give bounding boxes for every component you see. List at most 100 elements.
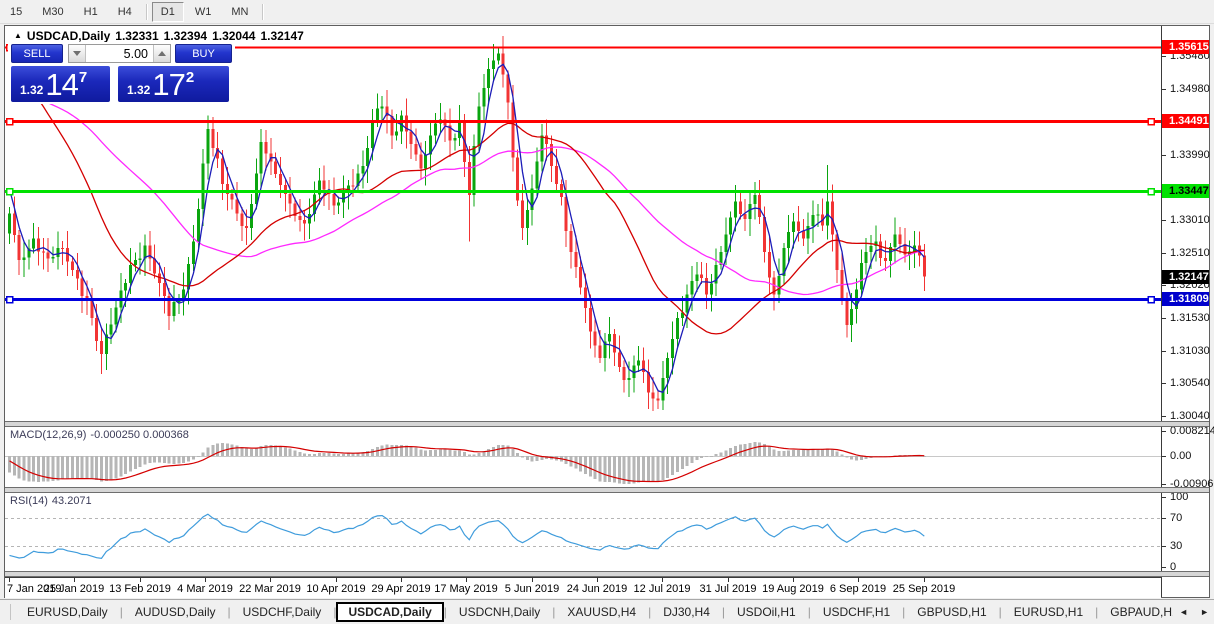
price-axis-label: 1.33990 <box>1162 149 1210 162</box>
chart-tab-usdcnh-daily[interactable]: USDCNH,Daily <box>447 602 552 622</box>
chart-tab-xauusd-h4[interactable]: XAUUSD,H4 <box>555 602 648 622</box>
date-label: 25 Sep 2019 <box>893 583 955 595</box>
tab-strip: EURUSD,Daily|AUDUSD,Daily|USDCHF,Daily|U… <box>15 600 1181 624</box>
price-badge: 1.35615 <box>1162 40 1209 54</box>
chart-window: ▲ USDCAD,Daily 1.32331 1.32394 1.32044 1.3214… <box>2 24 1212 599</box>
pane-splitter[interactable] <box>5 421 1209 427</box>
chart-tab-usdchf-daily[interactable]: USDCHF,Daily <box>231 602 334 622</box>
chart-tab-eurusd-daily[interactable]: EURUSD,Daily <box>15 602 120 622</box>
tab-bar-grip <box>0 604 11 620</box>
price-axis-label: 1.30540 <box>1162 377 1210 390</box>
time-tick <box>270 578 271 582</box>
chart-tab-bar: EURUSD,Daily|AUDUSD,Daily|USDCHF,Daily|U… <box>0 599 1214 624</box>
tab-scroll-arrows: ◄ ► <box>1173 600 1209 624</box>
time-tick <box>793 578 794 582</box>
timeframe-toolbar: 15M30H1H4 D1W1MN <box>0 0 1214 24</box>
timeframe-button-mn[interactable]: MN <box>222 2 257 22</box>
chart-collapse-icon[interactable]: ▲ <box>14 31 22 40</box>
ohlc-open: 1.32331 <box>115 29 158 43</box>
chart-tab-eurusd-h1[interactable]: EURUSD,H1 <box>1002 602 1095 622</box>
timeframe-button-h4[interactable]: H4 <box>109 2 141 22</box>
date-label: 22 Mar 2019 <box>239 583 301 595</box>
ask-price-box[interactable]: 1.32172 <box>118 66 229 102</box>
chart-tab-audusd-daily[interactable]: AUDUSD,Daily <box>123 602 228 622</box>
time-tick <box>336 578 337 582</box>
date-label: 12 Jul 2019 <box>634 583 691 595</box>
chart-tab-usdoil-h1[interactable]: USDOil,H1 <box>725 602 808 622</box>
rsi-label: RSI(14)43.2071 <box>10 495 96 507</box>
chart-frame: ▲ USDCAD,Daily 1.32331 1.32394 1.32044 1.3214… <box>4 25 1210 598</box>
time-tick <box>924 578 925 582</box>
date-label: 5 Jun 2019 <box>505 583 559 595</box>
price-badge: 1.32147 <box>1162 270 1209 284</box>
one-click-trading-panel: SELL BUY 1.32147 1.32172 <box>8 42 235 104</box>
chart-tab-dj30-h4[interactable]: DJ30,H4 <box>651 602 722 622</box>
timeframe-button-15[interactable]: 15 <box>1 2 31 22</box>
chart-tab-usdcad-daily[interactable]: USDCAD,Daily <box>336 602 443 622</box>
buy-button[interactable]: BUY <box>175 44 232 63</box>
time-tick <box>466 578 467 582</box>
pane-splitter[interactable] <box>5 571 1209 577</box>
macd-indicator-pane[interactable]: MACD(12,26,9)-0.000250 0.000368 <box>5 427 1161 487</box>
date-label: 31 Jul 2019 <box>700 583 757 595</box>
time-tick <box>205 578 206 582</box>
toolbar-separator <box>262 4 263 20</box>
price-badge: 1.34491 <box>1162 114 1209 128</box>
timeframe-button-d1[interactable]: D1 <box>152 2 184 22</box>
date-label: 6 Sep 2019 <box>830 583 886 595</box>
arrow-up-icon <box>158 51 166 56</box>
date-label: 25 Jan 2019 <box>44 583 105 595</box>
ask-price-big-digits: 17 <box>152 72 184 98</box>
price-axis-label: 1.31030 <box>1162 345 1210 358</box>
tab-scroll-left-icon[interactable]: ◄ <box>1179 607 1188 617</box>
volume-increase-button[interactable] <box>153 45 170 62</box>
bid-price-big-digits: 14 <box>45 72 77 98</box>
arrow-down-icon <box>73 51 81 56</box>
chart-tab-gbpaud-h1[interactable]: GBPAUD,H1 <box>1098 602 1181 622</box>
time-tick <box>74 578 75 582</box>
time-tick <box>662 578 663 582</box>
time-axis[interactable]: 7 Jan 201925 Jan 201913 Feb 20194 Mar 20… <box>5 577 1161 598</box>
time-tick <box>401 578 402 582</box>
date-label: 13 Feb 2019 <box>109 583 171 595</box>
price-badge: 1.33447 <box>1162 184 1209 198</box>
main-chart-pane[interactable]: ▲ USDCAD,Daily 1.32331 1.32394 1.32044 1.3214… <box>5 26 1161 421</box>
ohlc-high: 1.32394 <box>164 29 207 43</box>
bid-price-pip-digit: 7 <box>79 71 87 84</box>
time-tick <box>9 578 10 582</box>
price-axis-label: 1.33010 <box>1162 214 1210 227</box>
rsi-indicator-pane[interactable]: RSI(14)43.2071 <box>5 493 1161 571</box>
chart-tab-gbpusd-h1[interactable]: GBPUSD,H1 <box>905 602 998 622</box>
timeframe-button-w1[interactable]: W1 <box>186 2 221 22</box>
price-axis-label: 1.34980 <box>1162 83 1210 96</box>
price-axis[interactable]: 1.354801.349801.339901.330101.325101.320… <box>1161 26 1209 597</box>
volume-decrease-button[interactable] <box>69 45 86 62</box>
date-label: 17 May 2019 <box>434 583 498 595</box>
price-axis-label: 1.31530 <box>1162 312 1210 325</box>
date-label: 19 Aug 2019 <box>762 583 824 595</box>
ohlc-low: 1.32044 <box>212 29 255 43</box>
ohlc-close: 1.32147 <box>260 29 303 43</box>
chart-symbol-label: USDCAD,Daily <box>27 29 110 43</box>
volume-input[interactable] <box>86 45 153 62</box>
date-label: 4 Mar 2019 <box>177 583 233 595</box>
macd-axis-label: 0.00 <box>1162 450 1191 463</box>
sell-button[interactable]: SELL <box>11 44 63 63</box>
tab-scroll-right-icon[interactable]: ► <box>1200 607 1209 617</box>
date-label: 29 Apr 2019 <box>371 583 430 595</box>
time-tick <box>597 578 598 582</box>
timeframe-button-m30[interactable]: M30 <box>33 2 72 22</box>
time-tick <box>532 578 533 582</box>
bid-price-prefix: 1.32 <box>20 83 43 98</box>
pane-splitter[interactable] <box>5 487 1209 493</box>
macd-label: MACD(12,26,9)-0.000250 0.000368 <box>10 429 193 441</box>
chart-tab-usdchf-h1[interactable]: USDCHF,H1 <box>811 602 902 622</box>
chart-title: ▲ USDCAD,Daily 1.32331 1.32394 1.32044 1.3214… <box>14 29 309 43</box>
time-tick <box>728 578 729 582</box>
price-axis-label: 1.32510 <box>1162 247 1210 260</box>
price-badge: 1.31809 <box>1162 292 1209 306</box>
timeframe-button-h1[interactable]: H1 <box>75 2 107 22</box>
bid-price-box[interactable]: 1.32147 <box>11 66 110 102</box>
date-label: 24 Jun 2019 <box>567 583 628 595</box>
toolbar-separator <box>146 4 147 20</box>
